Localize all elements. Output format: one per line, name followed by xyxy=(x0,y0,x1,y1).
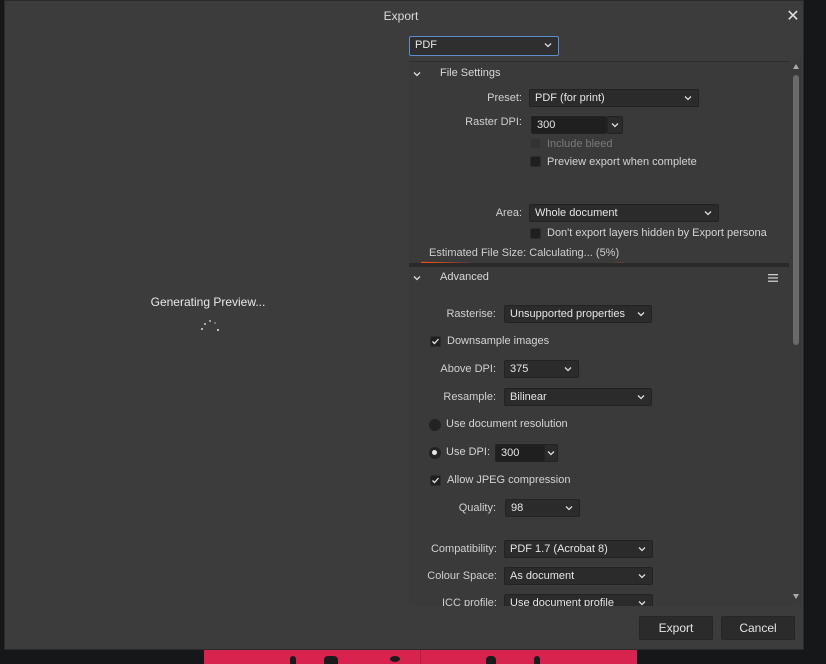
area-value: Whole document xyxy=(535,207,618,219)
preset-dropdown[interactable]: PDF (for print) xyxy=(529,89,699,107)
format-dropdown[interactable]: PDF xyxy=(409,36,559,56)
compatibility-value: PDF 1.7 (Acrobat 8) xyxy=(510,543,608,555)
above-dpi-value: 375 xyxy=(510,363,529,375)
above-dpi-label: Above DPI: xyxy=(440,363,496,375)
background-artwork-bottom xyxy=(204,650,637,664)
checkmark-icon xyxy=(432,338,439,345)
include-bleed-checkbox[interactable] xyxy=(530,138,541,149)
compatibility-dropdown[interactable]: PDF 1.7 (Acrobat 8) xyxy=(504,540,653,558)
rasterise-value: Unsupported properties xyxy=(510,308,625,320)
raster-dpi-input[interactable]: 300 xyxy=(531,116,607,134)
chevron-down-icon xyxy=(413,276,421,281)
scrollbar-thumb[interactable] xyxy=(793,75,799,345)
preview-status-text: Generating Preview... xyxy=(150,295,266,309)
quality-dropdown[interactable]: 98 xyxy=(505,499,580,517)
raster-dpi-value: 300 xyxy=(537,119,556,131)
quality-value: 98 xyxy=(511,502,524,514)
chevron-down-icon xyxy=(637,312,645,317)
quality-label: Quality: xyxy=(458,502,496,514)
use-dpi-label: Use DPI: xyxy=(446,446,491,458)
allow-jpeg-label: Allow JPEG compression xyxy=(447,474,571,486)
dont-export-hidden-label: Don't export layers hidden by Export per… xyxy=(547,227,767,239)
estimated-file-size: Estimated File Size: Calculating... (5%) xyxy=(429,247,620,259)
preset-label: Preset: xyxy=(487,92,522,104)
colour-space-value: As document xyxy=(510,570,575,582)
chevron-down-icon xyxy=(565,506,573,511)
hamburger-menu-icon[interactable] xyxy=(768,274,778,282)
resample-dropdown[interactable]: Bilinear xyxy=(504,388,652,406)
loading-spinner-icon xyxy=(201,320,219,331)
area-label: Area: xyxy=(495,207,522,219)
format-value: PDF xyxy=(415,39,437,51)
chevron-down-icon xyxy=(637,395,645,400)
dont-export-hidden-checkbox[interactable] xyxy=(530,228,541,239)
use-dpi-input[interactable]: 300 xyxy=(495,444,545,462)
export-dialog: Export ✕ Generating Preview... PDF File … xyxy=(4,0,804,650)
use-dpi-value: 300 xyxy=(501,447,520,459)
advanced-label: Advanced xyxy=(440,271,489,283)
file-settings-header[interactable]: File Settings xyxy=(409,64,793,84)
resample-value: Bilinear xyxy=(510,391,547,403)
use-dpi-radio[interactable] xyxy=(429,447,441,459)
chevron-down-icon xyxy=(547,451,555,456)
colour-space-label: Colour Space: xyxy=(427,570,497,582)
use-dpi-dropdown-button[interactable] xyxy=(544,444,558,462)
preset-value: PDF (for print) xyxy=(535,92,605,104)
dialog-title: Export xyxy=(383,9,419,23)
chevron-down-icon xyxy=(638,601,646,606)
use-document-resolution-radio[interactable] xyxy=(429,419,441,431)
rasterise-label: Rasterise: xyxy=(446,308,496,320)
resample-label: Resample: xyxy=(443,391,496,403)
include-bleed-label: Include bleed xyxy=(547,138,613,150)
export-button[interactable]: Export xyxy=(639,616,713,640)
raster-dpi-dropdown-button[interactable] xyxy=(607,116,623,134)
preview-export-label: Preview export when complete xyxy=(547,156,697,168)
settings-panel: File Settings Preset: PDF (for print) Ra… xyxy=(409,61,793,606)
chevron-down-icon xyxy=(684,96,692,101)
area-dropdown[interactable]: Whole document xyxy=(529,204,719,222)
panel-scrollbar[interactable] xyxy=(790,61,802,605)
file-settings-label: File Settings xyxy=(440,67,501,79)
icc-profile-value: Use document profile xyxy=(510,597,614,606)
downsample-checkbox[interactable] xyxy=(430,336,441,347)
chevron-down-icon xyxy=(638,574,646,579)
colour-space-dropdown[interactable]: As document xyxy=(504,567,653,585)
icc-profile-label: ICC profile: xyxy=(441,597,497,606)
chevron-down-icon xyxy=(704,211,712,216)
allow-jpeg-checkbox[interactable] xyxy=(430,475,441,486)
downsample-label: Downsample images xyxy=(447,335,550,347)
cancel-button[interactable]: Cancel xyxy=(721,616,795,640)
chevron-down-icon xyxy=(611,123,619,128)
chevron-down-icon xyxy=(413,72,421,77)
chevron-down-icon xyxy=(544,43,552,48)
compatibility-label: Compatibility: xyxy=(430,543,497,555)
advanced-header[interactable]: Advanced xyxy=(409,268,793,288)
section-divider xyxy=(409,263,789,267)
scroll-up-icon[interactable] xyxy=(792,63,800,71)
chevron-down-icon xyxy=(638,547,646,552)
above-dpi-dropdown[interactable]: 375 xyxy=(504,360,579,378)
preview-export-checkbox[interactable] xyxy=(530,156,541,167)
close-icon[interactable]: ✕ xyxy=(783,7,803,27)
raster-dpi-label: Raster DPI: xyxy=(465,116,522,128)
icc-profile-dropdown[interactable]: Use document profile xyxy=(504,594,653,606)
rasterise-dropdown[interactable]: Unsupported properties xyxy=(504,305,652,323)
scroll-down-icon[interactable] xyxy=(792,592,800,600)
use-document-resolution-label: Use document resolution xyxy=(446,418,568,430)
chevron-down-icon xyxy=(564,367,572,372)
checkmark-icon xyxy=(432,477,439,484)
